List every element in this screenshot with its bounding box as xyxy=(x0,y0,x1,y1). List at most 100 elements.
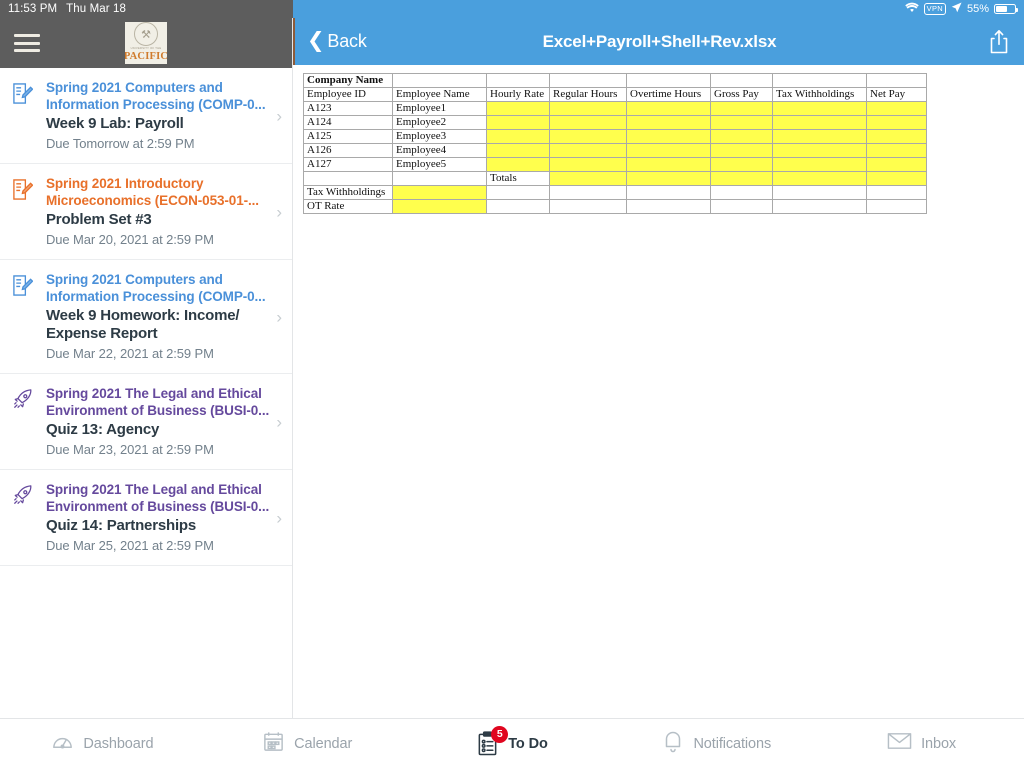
table-row[interactable]: A123 Employee1 xyxy=(303,101,927,116)
table-cell[interactable] xyxy=(486,129,550,144)
table-cell[interactable] xyxy=(772,73,867,88)
tab-notifications[interactable]: Notifications xyxy=(614,719,819,768)
table-cell[interactable] xyxy=(866,101,927,116)
table-cell[interactable] xyxy=(549,199,627,214)
table-row[interactable]: A127 Employee5 xyxy=(303,157,927,172)
table-cell[interactable] xyxy=(772,157,867,172)
table-cell[interactable] xyxy=(486,115,550,130)
table-column-header[interactable]: Employee ID xyxy=(303,87,393,102)
share-upload-icon[interactable] xyxy=(988,29,1010,55)
table-column-header[interactable]: Gross Pay xyxy=(710,87,773,102)
table-cell[interactable] xyxy=(486,143,550,158)
table-cell[interactable] xyxy=(626,73,711,88)
table-cell[interactable]: Employee3 xyxy=(392,129,487,144)
table-row[interactable]: A126 Employee4 xyxy=(303,143,927,158)
table-cell[interactable]: A123 xyxy=(303,101,393,116)
table-cell[interactable] xyxy=(710,157,773,172)
table-cell[interactable] xyxy=(626,185,711,200)
document-viewer[interactable]: Company Name Employee ID Employee Name H… xyxy=(293,65,1024,718)
table-cell[interactable] xyxy=(486,101,550,116)
table-cell[interactable] xyxy=(772,185,867,200)
table-cell[interactable] xyxy=(866,157,927,172)
table-cell[interactable] xyxy=(710,199,773,214)
table-cell[interactable] xyxy=(486,185,550,200)
table-column-header[interactable]: Overtime Hours xyxy=(626,87,711,102)
table-cell[interactable] xyxy=(866,129,927,144)
list-item[interactable]: Spring 2021 Computers and Information Pr… xyxy=(0,68,292,164)
table-cell[interactable] xyxy=(486,199,550,214)
table-cell[interactable]: Employee2 xyxy=(392,115,487,130)
table-cell[interactable]: Employee5 xyxy=(392,157,487,172)
table-cell[interactable] xyxy=(866,171,927,186)
table-cell[interactable]: Totals xyxy=(486,171,550,186)
table-row[interactable]: Totals xyxy=(303,171,927,186)
list-item[interactable]: Spring 2021 The Legal and Ethical Enviro… xyxy=(0,470,292,566)
table-cell[interactable] xyxy=(626,143,711,158)
table-cell[interactable] xyxy=(392,199,487,214)
table-cell[interactable] xyxy=(549,171,627,186)
table-cell[interactable] xyxy=(549,101,627,116)
table-column-header[interactable]: Regular Hours xyxy=(549,87,627,102)
table-row[interactable]: Employee ID Employee Name Hourly Rate Re… xyxy=(303,87,927,102)
table-cell[interactable] xyxy=(710,73,773,88)
table-cell[interactable] xyxy=(549,73,627,88)
table-cell[interactable]: Company Name xyxy=(303,73,393,88)
table-cell[interactable]: Employee4 xyxy=(392,143,487,158)
table-cell[interactable] xyxy=(549,157,627,172)
table-row[interactable]: Company Name xyxy=(303,73,927,88)
table-cell[interactable]: A127 xyxy=(303,157,393,172)
table-column-header[interactable]: Tax Withholdings xyxy=(772,87,867,102)
table-cell[interactable] xyxy=(866,199,927,214)
tab-dashboard[interactable]: Dashboard xyxy=(0,719,205,768)
table-cell[interactable] xyxy=(710,171,773,186)
tab-todo[interactable]: 5 To Do xyxy=(410,719,615,768)
spreadsheet-table[interactable]: Company Name Employee ID Employee Name H… xyxy=(303,73,927,214)
list-item[interactable]: Spring 2021 The Legal and Ethical Enviro… xyxy=(0,374,292,470)
table-cell[interactable]: OT Rate xyxy=(303,199,393,214)
table-cell[interactable]: Tax Withholdings xyxy=(303,185,393,200)
table-cell[interactable] xyxy=(710,115,773,130)
table-cell[interactable] xyxy=(486,73,550,88)
table-cell[interactable] xyxy=(772,143,867,158)
table-row[interactable]: Tax Withholdings xyxy=(303,185,927,200)
table-cell[interactable] xyxy=(710,129,773,144)
table-cell[interactable] xyxy=(392,185,487,200)
table-cell[interactable] xyxy=(710,143,773,158)
table-column-header[interactable]: Net Pay xyxy=(866,87,927,102)
list-item[interactable]: Spring 2021 Computers and Information Pr… xyxy=(0,260,292,374)
table-cell[interactable]: Employee1 xyxy=(392,101,487,116)
table-cell[interactable] xyxy=(626,157,711,172)
table-cell[interactable] xyxy=(626,129,711,144)
table-cell[interactable] xyxy=(866,115,927,130)
tab-calendar[interactable]: Calendar xyxy=(205,719,410,768)
table-cell[interactable] xyxy=(866,185,927,200)
table-cell[interactable] xyxy=(710,101,773,116)
table-cell[interactable] xyxy=(626,101,711,116)
table-cell[interactable]: A124 xyxy=(303,115,393,130)
table-cell[interactable] xyxy=(626,115,711,130)
table-cell[interactable] xyxy=(772,199,867,214)
table-cell[interactable] xyxy=(866,143,927,158)
table-cell[interactable] xyxy=(772,101,867,116)
table-cell[interactable] xyxy=(303,171,393,186)
table-cell[interactable] xyxy=(772,115,867,130)
table-row[interactable]: OT Rate xyxy=(303,199,927,214)
table-column-header[interactable]: Employee Name xyxy=(392,87,487,102)
table-cell[interactable] xyxy=(549,129,627,144)
hamburger-menu-icon[interactable] xyxy=(14,34,40,52)
table-cell[interactable] xyxy=(772,129,867,144)
table-cell[interactable] xyxy=(772,171,867,186)
table-cell[interactable] xyxy=(392,171,487,186)
back-button[interactable]: ❮ Back xyxy=(295,30,367,52)
table-column-header[interactable]: Hourly Rate xyxy=(486,87,550,102)
table-cell[interactable] xyxy=(549,115,627,130)
table-row[interactable]: A125 Employee3 xyxy=(303,129,927,144)
table-cell[interactable] xyxy=(626,199,711,214)
table-cell[interactable] xyxy=(549,143,627,158)
table-cell[interactable]: A125 xyxy=(303,129,393,144)
table-row[interactable]: A124 Employee2 xyxy=(303,115,927,130)
table-cell[interactable] xyxy=(549,185,627,200)
table-cell[interactable] xyxy=(710,185,773,200)
table-cell[interactable] xyxy=(866,73,927,88)
table-cell[interactable] xyxy=(626,171,711,186)
